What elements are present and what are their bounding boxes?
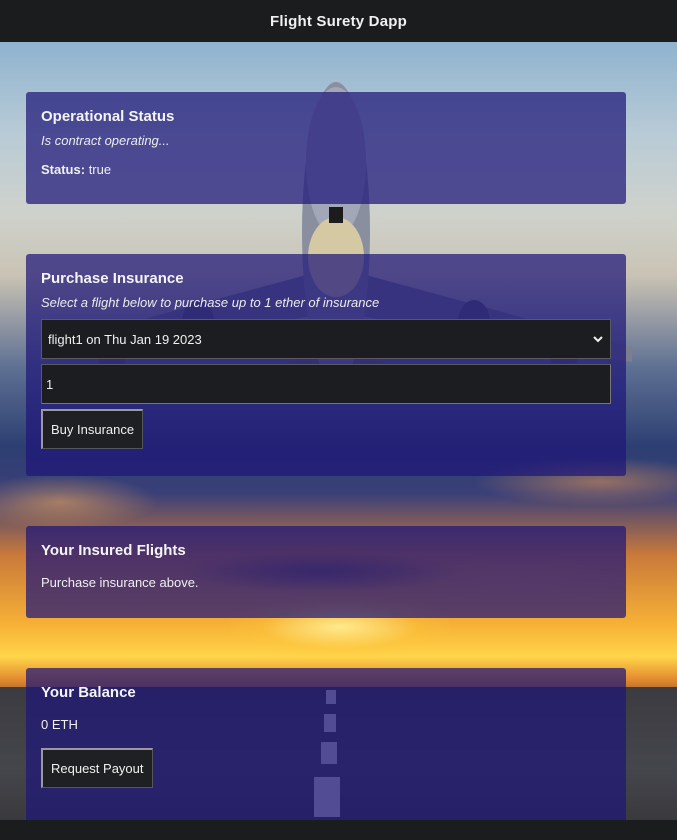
status-label: Status: <box>41 162 86 177</box>
chevron-down-icon <box>593 336 603 343</box>
status-value: true <box>88 162 112 177</box>
purchase-insurance-card: Purchase Insurance Select a flight below… <box>26 254 626 476</box>
balance-card: Your Balance 0 ETH Request Payout <box>26 668 626 820</box>
app-title: Flight Surety Dapp <box>270 12 407 30</box>
operational-status-subtitle: Is contract operating... <box>41 133 170 148</box>
purchase-insurance-title: Purchase Insurance <box>41 270 184 287</box>
buy-insurance-button[interactable]: Buy Insurance <box>41 409 144 449</box>
insurance-amount-value: 1 <box>46 376 54 392</box>
request-payout-button[interactable]: Request Payout <box>41 748 153 788</box>
insured-flights-message: Purchase insurance above. <box>41 575 199 590</box>
insured-flights-title: Your Insured Flights <box>41 542 186 559</box>
flight-select-value: flight1 on Thu Jan 19 2023 <box>48 331 202 347</box>
purchase-insurance-subtitle: Select a flight below to purchase up to … <box>41 295 380 310</box>
operational-status-card: Operational Status Is contract operating… <box>26 92 626 204</box>
flight-select[interactable]: flight1 on Thu Jan 19 2023 <box>41 319 611 359</box>
operational-status-title: Operational Status <box>41 108 175 125</box>
insurance-amount-input[interactable]: 1 <box>41 364 611 404</box>
footer-bar <box>0 820 677 840</box>
balance-title: Your Balance <box>41 684 136 701</box>
balance-amount: 0 ETH <box>41 717 78 732</box>
insured-flights-card: Your Insured Flights Purchase insurance … <box>26 526 626 618</box>
app-header: Flight Surety Dapp <box>0 0 677 42</box>
status-line: Status: true <box>41 162 611 177</box>
